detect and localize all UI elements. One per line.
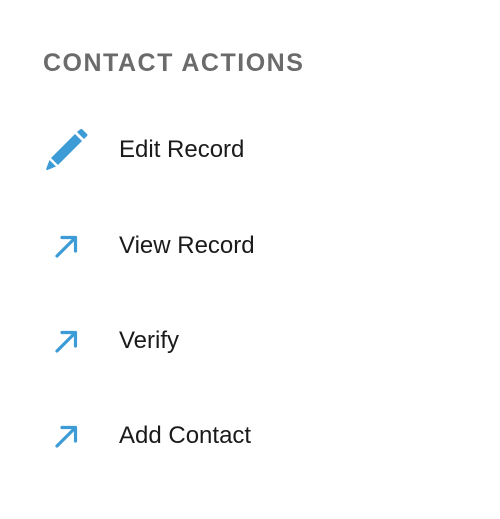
arrow-up-right-icon (40, 315, 92, 367)
add-contact-label: Add Contact (119, 422, 252, 449)
add-contact-action[interactable]: Add Contact (40, 409, 460, 463)
edit-record-label: Edit Record (119, 136, 245, 163)
view-record-label: View Record (119, 232, 255, 259)
edit-record-action[interactable]: Edit Record (40, 123, 460, 177)
pencil-icon (40, 124, 92, 176)
verify-label: Verify (119, 327, 180, 354)
arrow-up-right-icon (40, 410, 92, 462)
contact-actions-panel: CONTACT ACTIONS Edit Record View Record (0, 0, 500, 519)
view-record-action[interactable]: View Record (40, 219, 460, 273)
section-title: CONTACT ACTIONS (43, 49, 305, 77)
verify-action[interactable]: Verify (40, 314, 460, 368)
arrow-up-right-icon (40, 220, 92, 272)
